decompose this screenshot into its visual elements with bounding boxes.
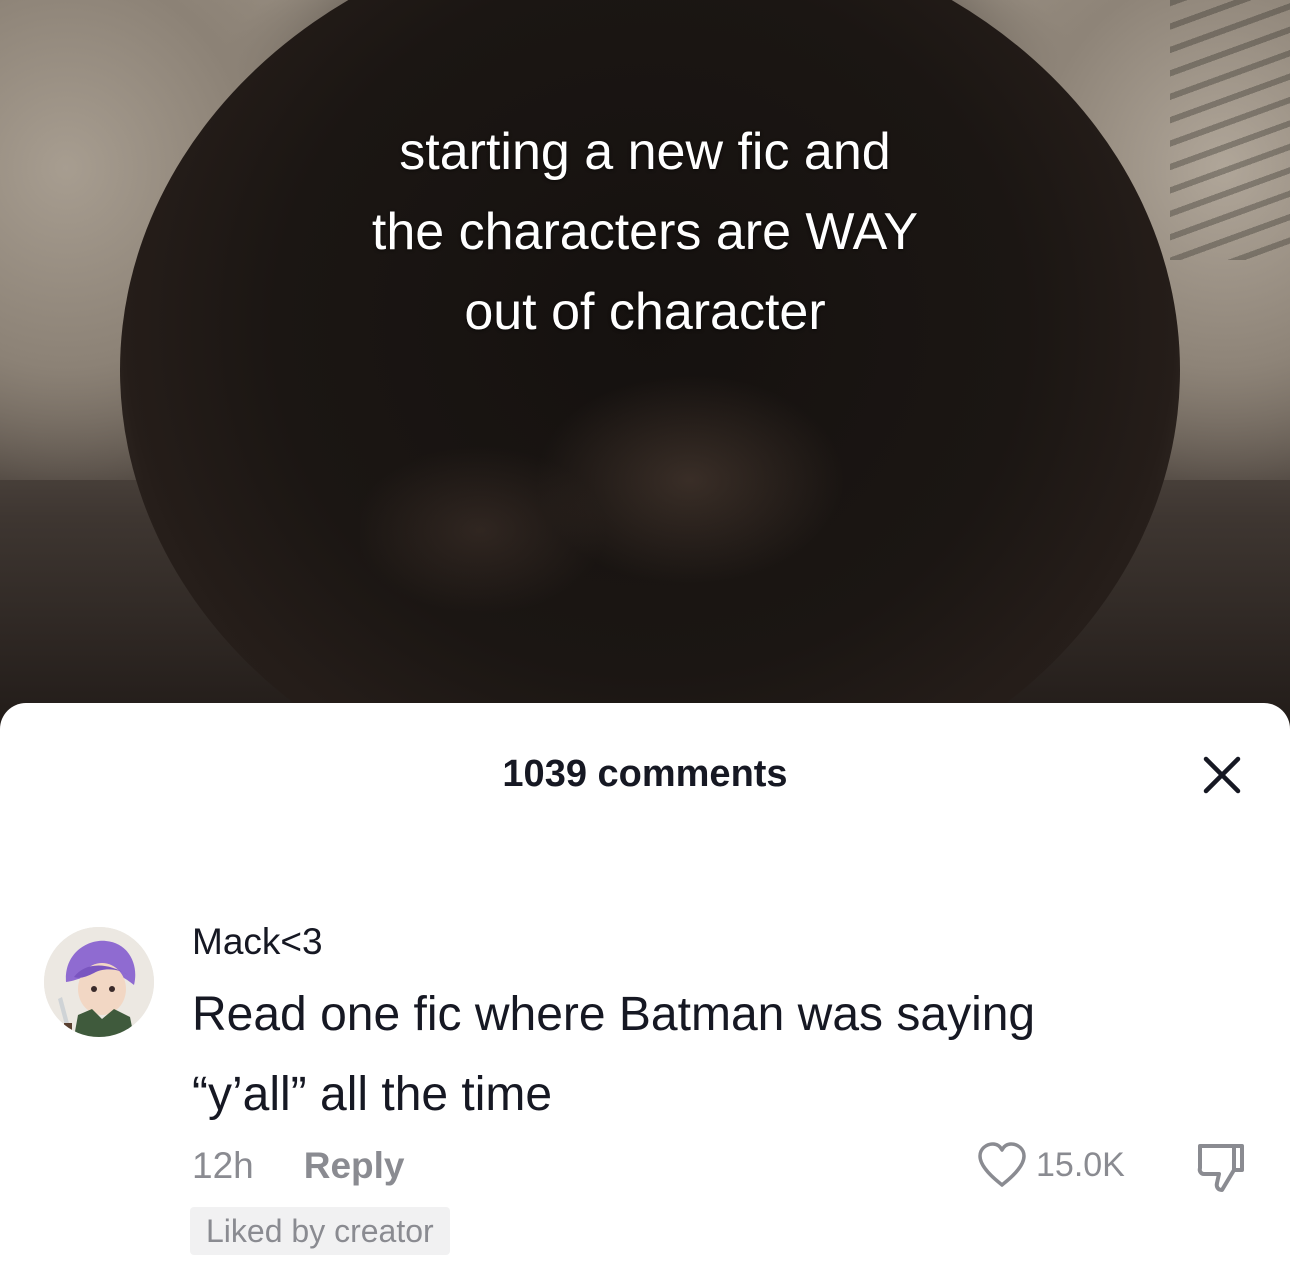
like-button[interactable]: 15.0K <box>976 1141 1125 1189</box>
comment-timestamp: 12h <box>192 1145 254 1186</box>
thumbs-down-icon <box>1197 1144 1244 1192</box>
close-button[interactable] <box>1195 748 1249 802</box>
comment-text-line: “y’all” all the time <box>192 1068 553 1121</box>
close-icon <box>1203 756 1241 794</box>
heart-outline-icon <box>978 1142 1026 1187</box>
comment-text: Read one fic where Batman was saying “y’… <box>192 975 1192 1135</box>
background-plant <box>1170 0 1290 260</box>
caption-line: out of character <box>464 283 826 341</box>
video-subject-detail <box>360 330 960 710</box>
avatar-image <box>44 927 154 1037</box>
avatar[interactable] <box>44 927 154 1037</box>
dislike-button[interactable] <box>1190 1138 1250 1198</box>
like-count: 15.0K <box>1036 1145 1125 1184</box>
caption-line: the characters are WAY <box>371 203 919 261</box>
caption-line: starting a new fic and <box>399 123 891 181</box>
comments-sheet: 1039 comments Mack<3 Read one fic where … <box>0 703 1290 1268</box>
video-player[interactable]: starting a new fic and the characters ar… <box>0 0 1290 740</box>
comment-text-line: Read one fic where Batman was saying <box>192 988 1036 1041</box>
comment-username[interactable]: Mack<3 <box>192 921 323 963</box>
comments-count-title: 1039 comments <box>502 753 788 795</box>
liked-by-creator-badge: Liked by creator <box>190 1207 450 1255</box>
reply-button[interactable]: Reply <box>304 1145 405 1187</box>
comment-meta: 12h Reply <box>192 1145 405 1187</box>
video-caption: starting a new fic and the characters ar… <box>245 112 1045 352</box>
